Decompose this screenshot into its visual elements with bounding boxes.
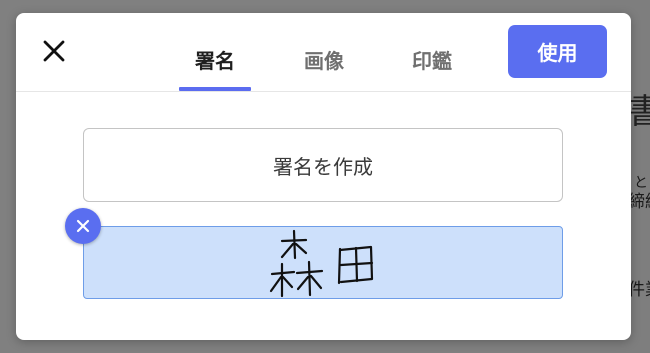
background-text-fragment: と	[634, 175, 648, 191]
signature-dialog: 署名 画像 印鑑 使用 署名を作成	[16, 13, 631, 340]
close-icon	[43, 40, 65, 62]
remove-signature-button[interactable]	[65, 208, 101, 244]
use-button[interactable]: 使用	[508, 25, 607, 78]
remove-x-icon	[76, 219, 90, 233]
background-text-fragment: 書	[628, 92, 650, 132]
active-tab-indicator	[179, 87, 251, 91]
create-signature-button[interactable]: 署名を作成	[83, 128, 563, 202]
handwritten-signature	[269, 229, 374, 298]
saved-signature-card[interactable]	[83, 226, 563, 299]
dialog-header: 署名 画像 印鑑 使用	[16, 13, 631, 92]
background-text-fragment: 締結	[628, 192, 650, 212]
tab-image[interactable]: 画像	[288, 45, 360, 91]
tab-seal[interactable]: 印鑑	[396, 45, 468, 91]
tab-signature[interactable]: 署名	[179, 45, 251, 91]
background-text-fragment: 件業	[628, 280, 650, 300]
close-button[interactable]	[40, 37, 68, 65]
